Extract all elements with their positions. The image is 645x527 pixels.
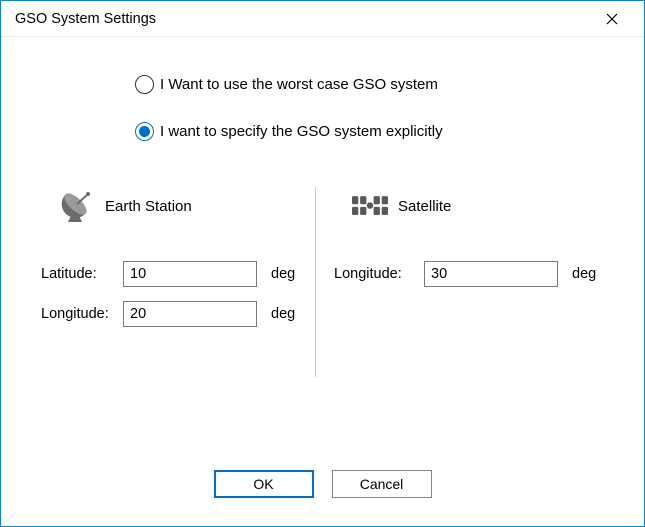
earth-latitude-label: Latitude: [41,266,123,282]
earth-station-title: Earth Station [105,198,192,215]
earth-longitude-unit: deg [271,306,295,322]
satellite-panel: Satellite Longitude: deg [315,187,644,377]
satellite-longitude-label: Longitude: [334,266,424,282]
radio-dot-icon [139,126,150,137]
earth-station-panel: Earth Station Latitude: deg Longitude: d… [1,187,315,377]
satellite-header: Satellite [352,187,620,225]
radio-icon [135,122,154,141]
satellite-longitude-row: Longitude: deg [334,261,620,287]
close-icon [606,13,618,25]
cancel-button[interactable]: Cancel [332,470,432,498]
radio-worst-case[interactable]: I Want to use the worst case GSO system [135,75,438,94]
satellite-longitude-unit: deg [572,266,596,282]
earth-latitude-unit: deg [271,266,295,282]
mode-radio-group: I Want to use the worst case GSO system … [1,75,644,141]
window-title: GSO System Settings [15,11,592,27]
dish-icon [59,188,95,224]
dialog-body: I Want to use the worst case GSO system … [1,37,644,460]
earth-longitude-input[interactable] [123,301,257,327]
radio-explicit-label: I want to specify the GSO system explici… [160,123,443,140]
dialog-window: GSO System Settings I Want to use the wo… [0,0,645,527]
radio-icon [135,75,154,94]
dialog-footer: OK Cancel [1,460,644,526]
titlebar: GSO System Settings [1,1,644,37]
earth-station-header: Earth Station [59,187,297,225]
satellite-icon [352,188,388,224]
satellite-title: Satellite [398,198,451,215]
earth-latitude-input[interactable] [123,261,257,287]
earth-latitude-row: Latitude: deg [41,261,297,287]
panels: Earth Station Latitude: deg Longitude: d… [1,187,644,377]
earth-longitude-label: Longitude: [41,306,123,322]
radio-explicit[interactable]: I want to specify the GSO system explici… [135,122,443,141]
radio-worst-case-label: I Want to use the worst case GSO system [160,76,438,93]
close-button[interactable] [592,4,632,34]
earth-longitude-row: Longitude: deg [41,301,297,327]
satellite-longitude-input[interactable] [424,261,558,287]
ok-button[interactable]: OK [214,470,314,498]
